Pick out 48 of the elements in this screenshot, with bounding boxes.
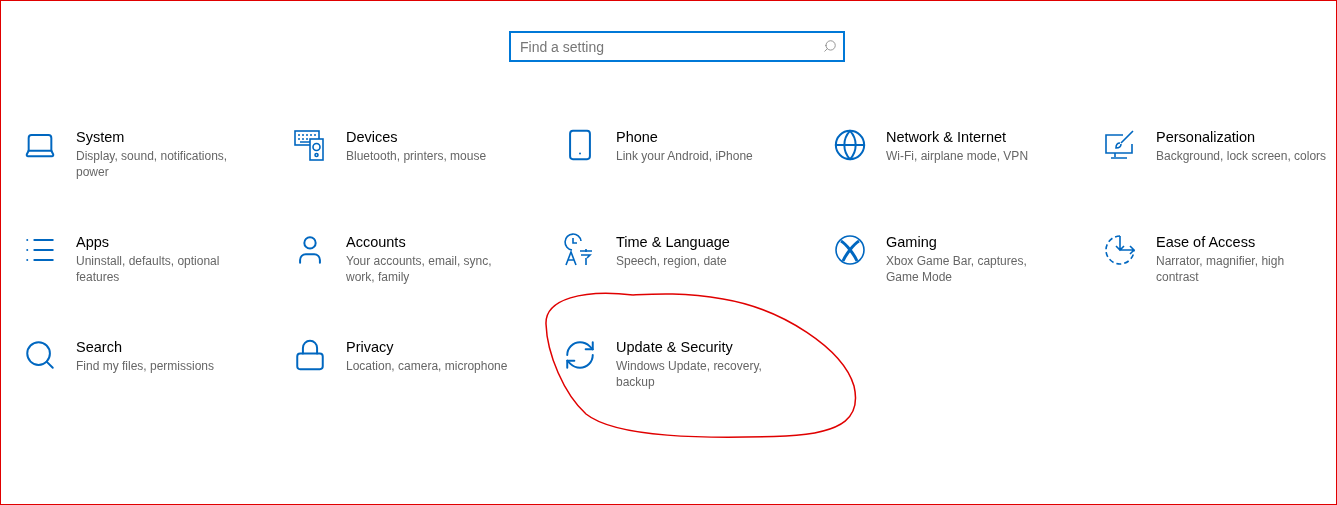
category-description: Speech, region, date — [616, 253, 728, 269]
category-title: Personalization — [1156, 128, 1257, 147]
category-title: System — [76, 128, 126, 147]
category-description: Windows Update, recovery, backup — [616, 358, 763, 390]
settings-category[interactable]: Accounts Your accounts, email, sync, work, family — [293, 233, 563, 285]
category-description: Background, lock screen, colors — [1156, 148, 1328, 164]
settings-category[interactable]: Time & Language Speech, region, date — [563, 233, 833, 269]
settings-category[interactable]: Ease of Access Narrator, magnifier, high contrast — [1103, 233, 1336, 285]
monitor-brush-icon — [1103, 128, 1137, 162]
category-title: Network & Internet — [886, 128, 1008, 147]
category-title: Apps — [76, 233, 111, 252]
settings-category[interactable]: System Display, sound, notifications, power — [23, 128, 293, 180]
dashed-circle-arrow-icon — [1103, 233, 1137, 267]
category-description: Link your Android, iPhone — [616, 148, 754, 164]
keyboard-speaker-icon — [293, 128, 327, 162]
category-title: Phone — [616, 128, 659, 147]
category-description: Your accounts, email, sync, work, family — [346, 253, 493, 285]
category-title: Gaming — [886, 233, 938, 252]
settings-category[interactable]: Devices Bluetooth, printers, mouse — [293, 128, 563, 164]
category-title: Ease of Access — [1156, 233, 1257, 252]
category-title: Time & Language — [616, 233, 731, 252]
settings-category[interactable]: Gaming Xbox Game Bar, captures, Game Mode — [833, 233, 1103, 285]
category-description: Display, sound, notifications, power — [76, 148, 229, 180]
settings-category[interactable]: Search Find my files, permissions — [23, 338, 293, 374]
lock-icon — [293, 338, 327, 372]
category-description: Find my files, permissions — [76, 358, 216, 374]
settings-category[interactable]: Privacy Location, camera, microphone — [293, 338, 563, 374]
search-field[interactable]: Find a setting — [509, 31, 845, 62]
magnifier-icon — [23, 338, 57, 372]
refresh-icon — [563, 338, 597, 372]
globe-icon — [833, 128, 867, 162]
xbox-icon — [833, 233, 867, 267]
category-title: Update & Security — [616, 338, 734, 357]
category-title: Devices — [346, 128, 399, 147]
category-title: Privacy — [346, 338, 395, 357]
category-description: Wi-Fi, airplane mode, VPN — [886, 148, 1030, 164]
category-title: Search — [76, 338, 123, 357]
category-description: Uninstall, defaults, optional features — [76, 253, 221, 285]
settings-category[interactable]: Apps Uninstall, defaults, optional features — [23, 233, 293, 285]
settings-category[interactable]: Network & Internet Wi-Fi, airplane mode, VPN — [833, 128, 1103, 164]
category-description: Bluetooth, printers, mouse — [346, 148, 488, 164]
search-icon — [823, 39, 837, 53]
category-description: Narrator, magnifier, high contrast — [1156, 253, 1286, 285]
settings-category[interactable]: Phone Link your Android, iPhone — [563, 128, 833, 164]
category-description: Location, camera, microphone — [346, 358, 509, 374]
category-title: Accounts — [346, 233, 407, 252]
category-description: Xbox Game Bar, captures, Game Mode — [886, 253, 1028, 285]
settings-category[interactable]: Personalization Background, lock screen, colors — [1103, 128, 1336, 164]
